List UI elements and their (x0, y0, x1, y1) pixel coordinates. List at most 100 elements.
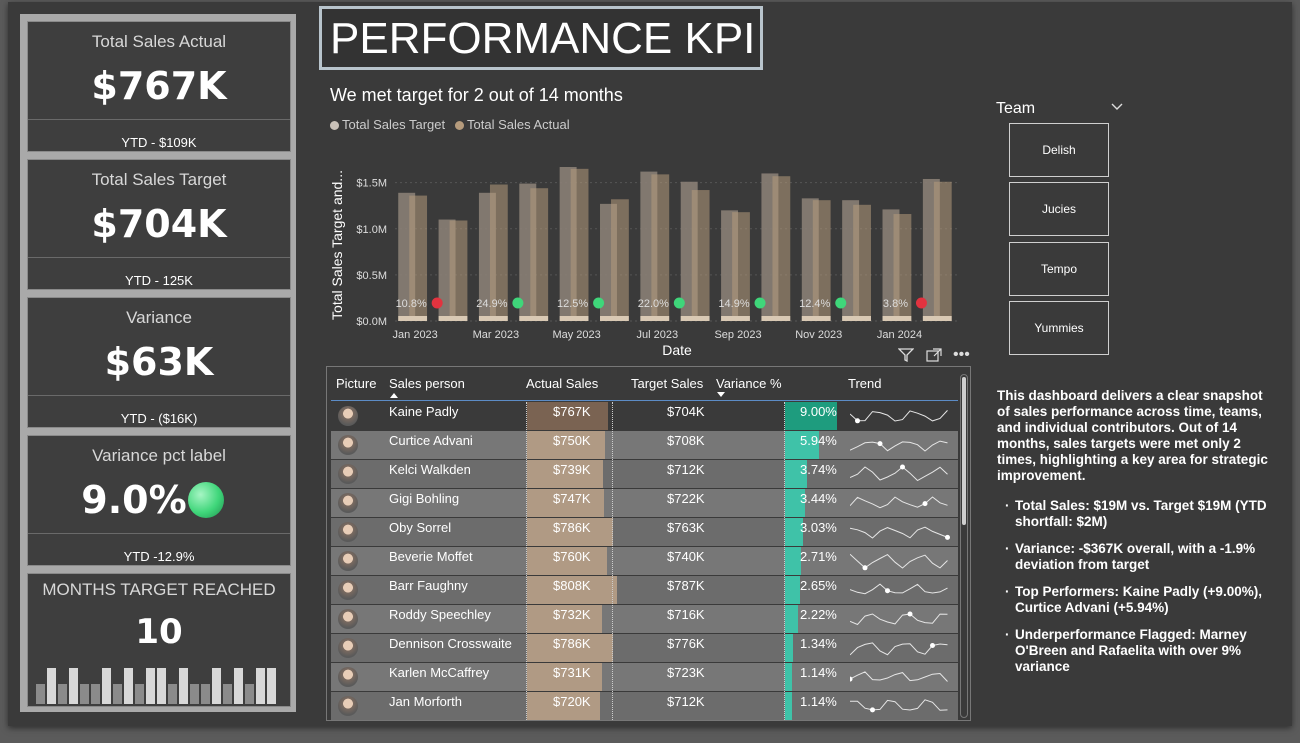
kpi-card-sales-target[interactable]: Total Sales Target $704K YTD - 125K (27, 159, 291, 290)
cell-variance-pct: 1.14% (800, 694, 837, 709)
strip-bar (102, 668, 111, 704)
status-dot (593, 297, 605, 309)
avatar (338, 406, 358, 426)
sparkline-marker (862, 565, 868, 571)
column-header-picture[interactable]: Picture (336, 376, 376, 391)
sparkline-marker (850, 676, 853, 682)
cell-variance-pct: 3.74% (800, 462, 837, 477)
strip-bar (212, 668, 221, 704)
y-tick-label: $0.0M (356, 316, 387, 328)
cell-target-sales: $712K (667, 462, 705, 477)
divider (28, 119, 290, 120)
sparkline-path (850, 496, 948, 509)
slicer-option-yummies[interactable]: Yummies (1009, 301, 1109, 355)
sort-desc-icon[interactable] (716, 391, 726, 399)
chevron-down-icon[interactable] (1110, 100, 1124, 119)
strip-bar (47, 668, 56, 704)
legend-item-target[interactable]: Total Sales Target (330, 117, 445, 132)
column-separator (526, 402, 527, 720)
cell-salesperson: Gigi Bohling (389, 491, 460, 506)
legend-dot (455, 121, 464, 131)
strip-bar (124, 668, 133, 704)
kpi-card-variance-pct[interactable]: Variance pct label 9.0% YTD -12.9% (27, 435, 291, 566)
avatar (338, 493, 358, 513)
variance-bar (785, 605, 798, 633)
description-bullets: Total Sales: $19M vs. Target $19M (YTD s… (997, 498, 1273, 675)
bar-base-strip (519, 316, 549, 321)
slicer-option-jucies[interactable]: Jucies (1009, 182, 1109, 236)
cell-target-sales: $723K (667, 665, 705, 680)
column-header-variance[interactable]: Variance % (716, 376, 782, 391)
kpi-card-months-reached[interactable]: MONTHS TARGET REACHED 10 (27, 573, 291, 707)
variance-bar (785, 663, 792, 691)
bar-actual (933, 181, 952, 321)
bar-base-strip (801, 316, 831, 321)
cell-actual-sales: $767K (553, 404, 591, 419)
cell-variance-pct: 3.03% (800, 520, 837, 535)
kpi-subtitle: YTD - 125K (125, 273, 193, 288)
cell-target-sales: $704K (667, 404, 705, 419)
strip-bar (168, 684, 177, 704)
avatar (338, 638, 358, 658)
cell-salesperson: Roddy Speechley (389, 607, 491, 622)
cell-target-sales: $712K (667, 694, 705, 709)
trend-sparkline (850, 410, 948, 424)
kpi-card-variance[interactable]: Variance $63K YTD - ($16K) (27, 297, 291, 428)
sparkline-path (850, 671, 948, 682)
filter-icon[interactable] (897, 348, 915, 363)
sparkline-path (850, 583, 948, 595)
slicer-option-delish[interactable]: Delish (1009, 123, 1109, 177)
slicer-title: Team (996, 100, 1036, 117)
x-tick-label: May 2023 (552, 329, 600, 341)
cell-variance-pct: 5.94% (800, 433, 837, 448)
column-separator (784, 402, 785, 720)
bar-base-strip (842, 316, 871, 321)
kpi-title: MONTHS TARGET REACHED (42, 580, 276, 599)
legend-dot (330, 121, 339, 131)
avatar (338, 580, 358, 600)
sparkline-marker (855, 418, 860, 424)
x-tick-label: Nov 2023 (795, 329, 842, 341)
scrollbar-thumb[interactable] (962, 377, 966, 525)
column-header-salesperson[interactable]: Sales person (389, 376, 465, 391)
more-options-icon[interactable]: ••• (953, 346, 970, 364)
bar-base-strip (600, 316, 629, 321)
y-tick-label: $1.0M (356, 224, 387, 236)
sparkline-path (850, 699, 948, 711)
page-title: PERFORMANCE KPI (330, 14, 756, 63)
kpi-subtitle: YTD - ($16K) (120, 411, 198, 426)
sales-chart: $0.0M $0.5M $1.0M $1.5M Total Sales Target a… (329, 166, 960, 358)
status-dot (431, 297, 443, 309)
sort-asc-icon[interactable] (389, 391, 399, 399)
data-label: 3.8% (883, 298, 908, 310)
column-header-actual[interactable]: Actual Sales (526, 376, 598, 391)
bullet-item: Top Performers: Kaine Padly (+9.00%), Cu… (1005, 584, 1273, 616)
legend-item-actual[interactable]: Total Sales Actual (455, 117, 570, 132)
bullet-item: Underperformance Flagged: Marney O'Breen… (1005, 627, 1273, 675)
data-label: 12.5% (557, 298, 588, 310)
variance-bar (785, 692, 792, 720)
column-header-trend[interactable]: Trend (848, 376, 881, 391)
bar-base-strip (438, 316, 468, 321)
sparkline-path (850, 410, 948, 422)
focus-mode-icon[interactable] (926, 348, 942, 362)
y-tick-label: $0.5M (356, 270, 387, 282)
slicer-option-tempo[interactable]: Tempo (1009, 242, 1109, 296)
status-dot (754, 297, 766, 309)
strip-bar (201, 684, 210, 704)
strip-bar (256, 668, 265, 704)
column-header-target[interactable]: Target Sales (631, 376, 703, 391)
cell-actual-sales: $747K (553, 491, 591, 506)
kpi-card-sales-actual[interactable]: Total Sales Actual $767K YTD - $109K (27, 21, 291, 152)
trend-sparkline (850, 583, 948, 595)
table-scrollbar[interactable] (960, 374, 968, 718)
cell-actual-sales: $786K (553, 636, 591, 651)
sparkline-marker (877, 441, 883, 447)
cell-actual-sales: $750K (553, 433, 591, 448)
description-panel: This dashboard delivers a clear snapshot… (997, 388, 1273, 686)
trend-sparkline (850, 440, 948, 452)
y-tick-label: $1.5M (356, 178, 387, 190)
description-intro: This dashboard delivers a clear snapshot… (997, 388, 1268, 483)
cell-target-sales: $740K (667, 549, 705, 564)
strip-bar (58, 684, 67, 704)
